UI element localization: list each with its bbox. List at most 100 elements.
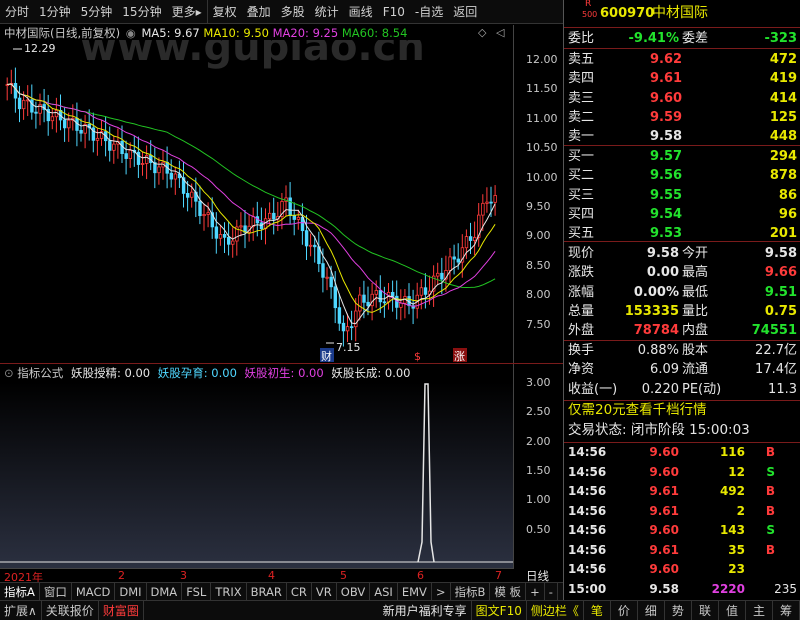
toolbar-item-10[interactable]: F10: [378, 0, 410, 24]
toolbar-item-1[interactable]: 1分钟: [34, 0, 76, 24]
stat-row: 涨跌 0.00 最高 9.66: [564, 262, 800, 283]
indicator-tab-2[interactable]: MACD: [72, 582, 116, 601]
indicator-tab-9[interactable]: VR: [312, 582, 337, 601]
indicator-tab-1[interactable]: 窗口: [40, 582, 72, 601]
candle-body: [108, 140, 112, 151]
toolbar-item-0[interactable]: 分时: [0, 0, 34, 24]
candle-body: [440, 272, 444, 280]
toolbar-item-9[interactable]: 画线: [344, 0, 378, 24]
candle-body: [112, 143, 116, 151]
promo-text[interactable]: 仅需20元查看千档行情: [568, 400, 707, 421]
dropdown-icon[interactable]: ⊙: [4, 366, 14, 380]
ask-volume: 414: [769, 90, 797, 106]
status-left-1[interactable]: 关联报价: [42, 600, 99, 620]
tick-row: 14:56 9.60 12 S: [564, 463, 800, 483]
date-tick-label: 3: [180, 569, 187, 582]
candle-body: [304, 230, 309, 247]
stat-label: 量比: [682, 303, 709, 319]
ma10-label: MA10: 9.50: [203, 26, 269, 40]
toolbar-item-3[interactable]: 15分钟: [117, 0, 166, 24]
candle-body: [485, 201, 489, 204]
indicator-tab-15[interactable]: 模 板: [490, 582, 527, 601]
indicator-title[interactable]: 指标公式: [17, 366, 63, 380]
chart-nav-icons: ◇ ◁: [478, 26, 504, 39]
stock-header: R 500 600970 中材国际: [564, 0, 800, 24]
toolbar-item-8[interactable]: 统计: [310, 0, 344, 24]
indicator-tab-3[interactable]: DMI: [115, 582, 147, 601]
indicator-tick-label: 3.00: [526, 376, 551, 389]
toolbar-item-6[interactable]: 叠加: [242, 0, 276, 24]
tick-side: S: [766, 464, 775, 479]
candle-body: [362, 294, 366, 303]
indicator-tab-10[interactable]: OBV: [337, 582, 371, 601]
stat-label: 今开: [682, 246, 709, 261]
promo-link[interactable]: 新用户福利专享: [379, 600, 472, 620]
indicator-tab-7[interactable]: BRAR: [247, 582, 287, 601]
side-tab-3[interactable]: 势: [665, 600, 692, 620]
candle-body: [173, 173, 178, 180]
stock-code: 600970: [600, 6, 655, 21]
low-price-label: 7.15: [336, 341, 361, 354]
promo-row[interactable]: 仅需20元查看千档行情: [564, 400, 800, 421]
indicator-tab-16[interactable]: +: [526, 582, 545, 601]
indicator-tab-11[interactable]: ASI: [370, 582, 398, 601]
toolbar-item-4[interactable]: 更多▸: [167, 0, 207, 24]
toolbar-item-5[interactable]: 复权: [206, 0, 242, 24]
indicator-tab-14[interactable]: 指标B: [451, 582, 491, 601]
tick-time: 14:56: [568, 542, 607, 557]
f10-link[interactable]: 图文F10: [472, 600, 527, 620]
ma20-label: MA20: 9.25: [272, 26, 339, 40]
candle-body: [337, 307, 342, 324]
indicator-tab-6[interactable]: TRIX: [211, 582, 247, 601]
fund-value: 11.3: [768, 381, 797, 397]
tick-side: S: [766, 523, 775, 537]
arrow-left-icon[interactable]: ◁: [496, 26, 504, 39]
candle-body: [349, 326, 354, 329]
toolbar-item-2[interactable]: 5分钟: [76, 0, 118, 24]
indicator-tab-12[interactable]: EMV: [398, 582, 432, 601]
indicator-tab-13[interactable]: >: [432, 582, 451, 601]
fundamental-row: 收益(一) 0.220 PE(动) 11.3: [564, 379, 800, 400]
side-tab-6[interactable]: 主: [746, 600, 773, 620]
indicator-tab-8[interactable]: CR: [287, 582, 312, 601]
weibi-row: 委比 -9.41% 委差 -323: [564, 28, 800, 49]
side-tab-0[interactable]: 笔: [584, 600, 611, 620]
candle-body: [374, 290, 378, 295]
indicator-chart[interactable]: [0, 382, 513, 568]
ask-label: 卖五: [568, 52, 595, 67]
indicator-tab-5[interactable]: FSL: [182, 582, 212, 601]
diamond-icon[interactable]: ◇: [478, 26, 486, 39]
toolbar-item-11[interactable]: -自选: [410, 0, 448, 24]
side-tab-5[interactable]: 值: [719, 600, 746, 620]
weicha-value: -323: [764, 31, 797, 46]
ask-volume: 472: [769, 52, 797, 67]
indicator-tab-0[interactable]: 指标A: [0, 582, 40, 601]
candle-body: [157, 166, 161, 174]
side-tab-1[interactable]: 价: [611, 600, 638, 620]
candlestick-chart[interactable]: www.gupiao.cn 12.29 7.15 财 $ 涨: [0, 40, 513, 363]
candle-body: [95, 137, 100, 141]
ask-row: 卖四 9.61 419: [564, 68, 800, 89]
candle-body: [17, 97, 22, 110]
tick-volume: 143: [719, 523, 745, 537]
daily-label[interactable]: 日线: [526, 568, 549, 584]
candle-body: [231, 240, 235, 245]
ma-toggle-icon[interactable]: ◉: [126, 26, 136, 40]
fund-label: 流通: [682, 362, 709, 378]
side-tab-7[interactable]: 筹: [773, 600, 800, 620]
candle-body: [452, 256, 456, 260]
indicator-tab-4[interactable]: DMA: [147, 582, 183, 601]
status-left-0[interactable]: 扩展∧: [0, 600, 42, 620]
side-tab-4[interactable]: 联: [692, 600, 719, 620]
bid-volume: 86: [778, 187, 797, 203]
side-tab-2[interactable]: 细: [638, 600, 665, 620]
tick-volume: 2: [736, 503, 745, 518]
bid-label: 买三: [568, 187, 595, 203]
status-left-2[interactable]: 财富圈: [99, 600, 144, 620]
toolbar-item-12[interactable]: 返回: [448, 0, 482, 24]
tick-time: 14:56: [568, 562, 607, 576]
weicha-label: 委差: [682, 31, 709, 46]
sidebar-toggle[interactable]: 侧边栏《: [527, 600, 584, 620]
toolbar-item-7[interactable]: 多股: [276, 0, 310, 24]
indicator-tab-17[interactable]: -: [545, 582, 558, 601]
